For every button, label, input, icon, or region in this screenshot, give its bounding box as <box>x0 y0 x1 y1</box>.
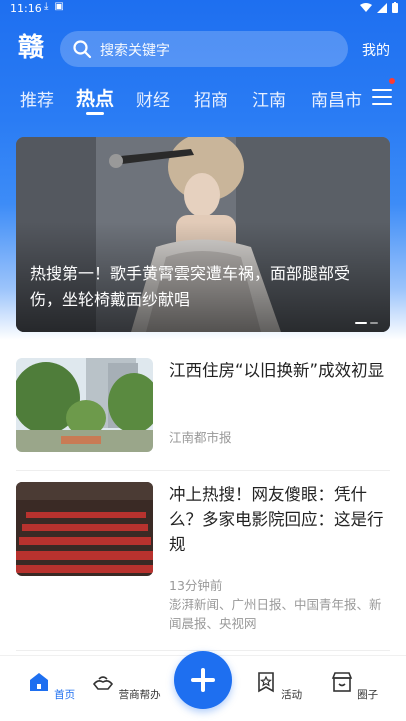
news-time: 13分钟前 <box>169 578 223 593</box>
tab-investment[interactable]: 招商 <box>194 86 228 111</box>
download-icon: ⤓ <box>44 1 49 12</box>
handshake-icon <box>93 676 114 690</box>
app-notification-icon: ▣ <box>54 1 64 12</box>
nav-home-label: 首页 <box>54 689 76 701</box>
news-thumbnail <box>16 482 153 576</box>
featured-title: 热搜第一！歌手黄霄雲突遭车祸，面部腿部受伤，坐轮椅戴面纱献唱 <box>30 264 351 309</box>
status-time: 11:16 <box>10 2 42 15</box>
search-bar[interactable]: 搜索关键字 <box>60 31 348 67</box>
store-icon <box>331 672 353 692</box>
notification-icons: ⤓ ▣ <box>44 1 64 12</box>
news-item[interactable]: 江西住房“以旧换新”成效初显 江南都市报 <box>16 358 390 458</box>
nav-home[interactable]: 首页 <box>16 670 86 702</box>
nav-activity[interactable]: 活动 <box>243 670 313 702</box>
nav-business-help[interactable]: 营商帮办 <box>91 670 161 702</box>
add-post-button[interactable] <box>174 651 232 709</box>
tab-recommend[interactable]: 推荐 <box>20 86 54 111</box>
menu-icon[interactable] <box>372 89 392 107</box>
tab-finance[interactable]: 财经 <box>136 86 170 111</box>
featured-card[interactable]: 热搜第一！歌手黄霄雲突遭车祸，面部腿部受伤，坐轮椅戴面纱献唱 <box>16 137 390 332</box>
status-bar: 11:16 ⤓ ▣ <box>0 0 406 18</box>
news-thumbnail <box>16 358 153 452</box>
divider <box>16 470 390 471</box>
signal-icon <box>377 2 387 13</box>
nav-activity-label: 活动 <box>281 689 303 701</box>
wifi-icon <box>360 2 372 12</box>
news-item[interactable]: 冲上热搜！网友傻眼：凭什么？多家电影院回应：这是行规 13分钟前 澎湃新闻、广州… <box>16 482 390 632</box>
star-badge-icon <box>258 672 274 693</box>
tab-hot[interactable]: 热点 <box>76 84 114 111</box>
search-placeholder: 搜索关键字 <box>100 43 170 59</box>
search-icon <box>73 40 92 59</box>
news-sources: 澎湃新闻、广州日报、中国青年报、新闻晨报、央视网 <box>169 597 382 631</box>
news-title: 冲上热搜！网友傻眼：凭什么？多家电影院回应：这是行规 <box>169 485 384 554</box>
nav-circle[interactable]: 圈子 <box>319 670 389 702</box>
status-icons <box>360 2 398 13</box>
category-tabs: 推荐 热点 财经 招商 江南 南昌市 <box>0 82 406 118</box>
mine-link[interactable]: 我的 <box>362 40 390 60</box>
tab-nanchang[interactable]: 南昌市 <box>311 86 362 111</box>
nav-circle-label: 圈子 <box>357 689 379 701</box>
home-icon <box>29 673 48 691</box>
top-bar: 赣 搜索关键字 我的 <box>0 28 406 70</box>
app-logo[interactable]: 赣 <box>14 34 48 62</box>
active-tab-indicator <box>86 112 104 115</box>
notification-dot <box>389 78 395 84</box>
nav-business-help-label: 营商帮办 <box>118 689 161 701</box>
news-source: 江南都市报 <box>169 430 232 445</box>
news-title: 江西住房“以旧换新”成效初显 <box>169 361 385 380</box>
tab-jiangnan[interactable]: 江南 <box>252 86 286 111</box>
battery-icon <box>392 2 398 13</box>
carousel-indicator <box>355 322 378 324</box>
